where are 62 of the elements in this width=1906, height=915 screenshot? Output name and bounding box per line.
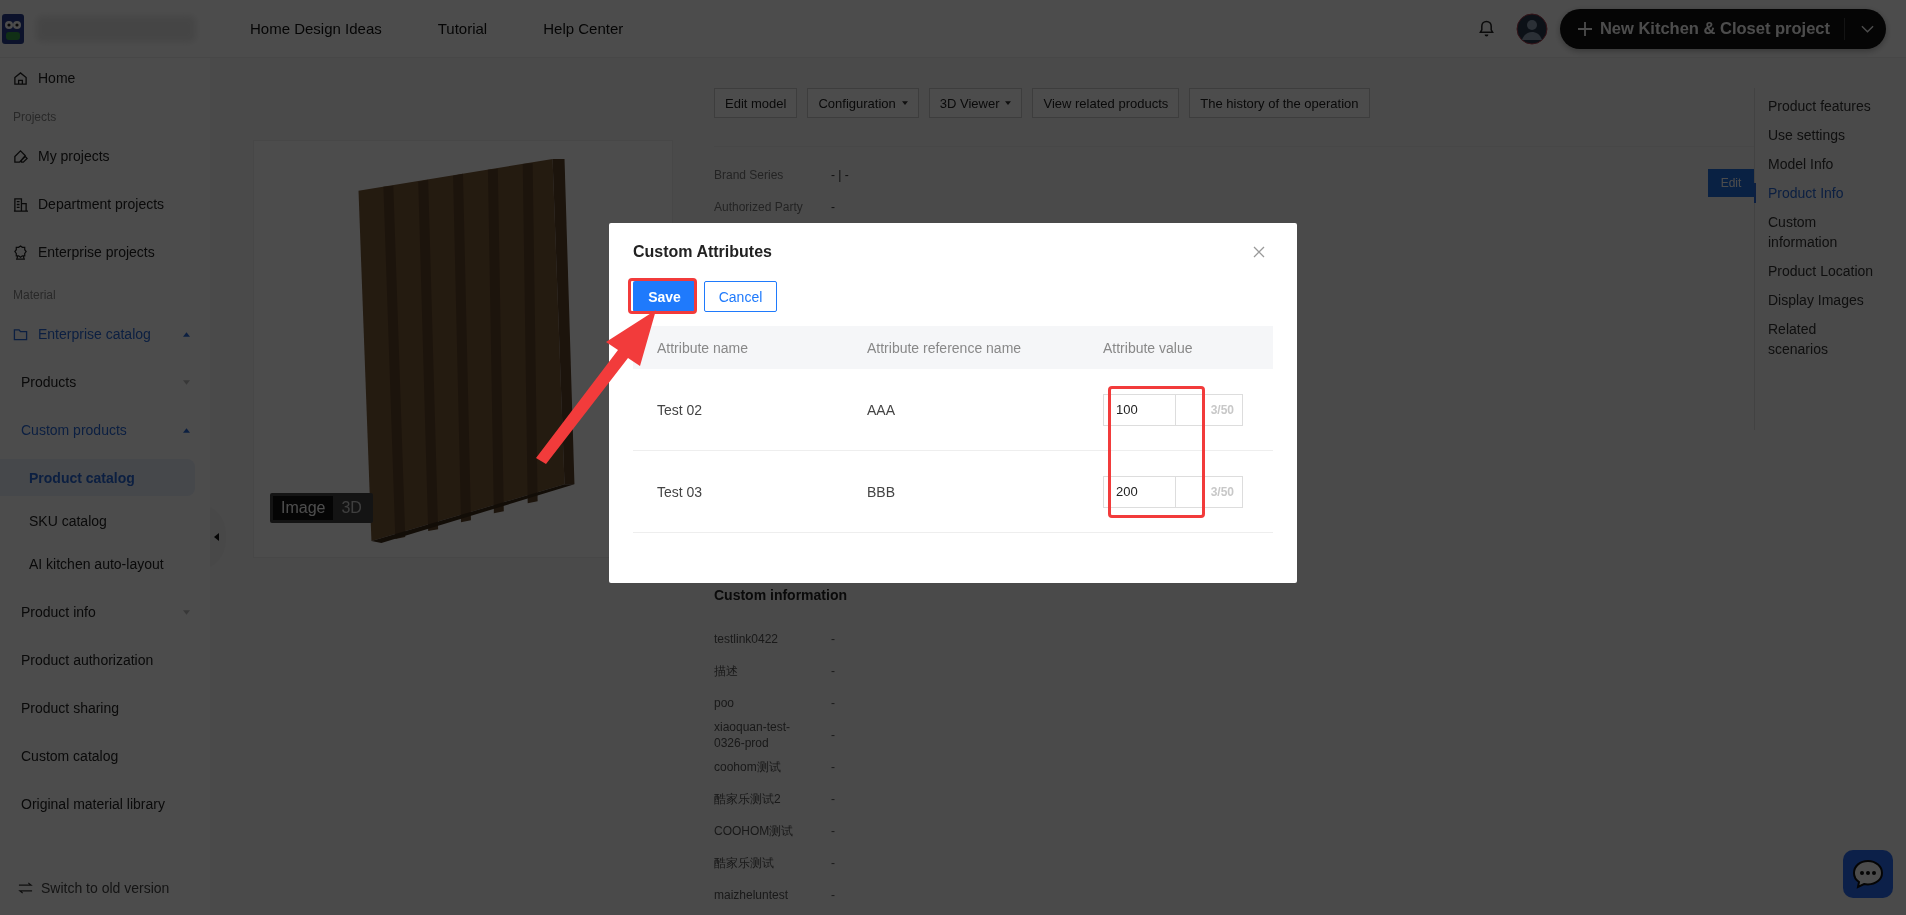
section-nav-item[interactable]: Model Info	[1754, 154, 1874, 174]
column-header: Attribute value	[1103, 339, 1193, 356]
section-nav-item[interactable]: Use settings	[1754, 125, 1874, 145]
field-value: -	[831, 696, 835, 710]
sidebar-item[interactable]: Product sharing	[0, 684, 210, 732]
table-cell-text: BBB	[867, 483, 896, 500]
sidebar-item[interactable]: SKU catalog	[0, 502, 195, 539]
sidebar-item-label: Custom products	[21, 422, 127, 438]
column-header: Attribute reference name	[867, 339, 1023, 356]
sidebar-item[interactable]: Home	[0, 58, 210, 98]
sidebar-item[interactable]: Custom products	[0, 406, 210, 454]
sidebar-item[interactable]: Department projects	[0, 180, 210, 228]
table-cell-text: Test 02	[656, 401, 704, 418]
sidebar-item-label: Product info	[21, 604, 96, 620]
close-icon[interactable]	[1253, 246, 1265, 258]
table-cell-text: AAA	[867, 401, 896, 418]
sidebar-item[interactable]: Product info	[0, 588, 210, 636]
sidebar-item-label: Enterprise projects	[38, 244, 155, 260]
section-nav-item[interactable]: Product Info	[1754, 183, 1874, 203]
section-title: Custom information	[714, 587, 848, 605]
sidebar-item[interactable]: Product authorization	[0, 636, 210, 684]
field-value: -	[831, 888, 835, 902]
sidebar-item-label: Products	[21, 374, 77, 390]
section-nav-item[interactable]: Product features	[1754, 96, 1874, 116]
section-nav-item[interactable]: Display Images	[1754, 290, 1874, 310]
dialog-title: Custom Attributes	[633, 243, 772, 261]
field-value: -	[831, 664, 835, 678]
top-nav-link[interactable]: Home Design Ideas	[250, 20, 382, 37]
section-nav-item[interactable]: Product Location	[1754, 261, 1874, 281]
sidebar-item[interactable]: AI kitchen auto-layout	[0, 545, 195, 582]
section-nav-item[interactable]: Custom information	[1754, 212, 1874, 252]
top-nav-link[interactable]: Tutorial	[437, 20, 488, 37]
sidebar-item[interactable]: My projects	[0, 132, 210, 180]
sidebar-item-label: Product sharing	[21, 700, 120, 716]
column-header: Attribute name	[656, 339, 750, 356]
field-value: -	[831, 760, 835, 774]
sidebar-item-label: Department projects	[38, 196, 165, 212]
field-value: -	[831, 824, 835, 838]
field-value: -	[831, 632, 835, 646]
field-value: -	[831, 728, 835, 742]
sidebar-item-label: Original material library	[21, 796, 165, 812]
switch-version-label: Switch to old version	[41, 880, 170, 896]
sidebar-item[interactable]: Custom catalog	[0, 732, 210, 780]
switch-version-link[interactable]: Switch to old version	[18, 880, 170, 896]
sidebar-group[interactable]: Enterprise catalog	[0, 310, 210, 358]
sidebar-item[interactable]: Original material library	[0, 780, 210, 828]
cancel-button[interactable]: Cancel	[704, 281, 777, 312]
field-value: -	[831, 792, 835, 806]
sidebar-item[interactable]: Products	[0, 358, 210, 406]
sidebar-item-label: Enterprise catalog	[38, 326, 151, 342]
highlight-frame	[628, 278, 697, 314]
sidebar-item-label: Product authorization	[21, 652, 154, 668]
save-button[interactable]: Save	[633, 281, 696, 312]
sidebar-item-label: Home	[38, 70, 76, 86]
table-cell-text: Test 03	[656, 483, 704, 500]
field-value: -	[831, 200, 835, 214]
top-nav-link[interactable]: Help Center	[543, 20, 624, 37]
sidebar-item-label: My projects	[38, 148, 110, 164]
field-value: -	[831, 856, 835, 870]
sidebar-item-label: Custom catalog	[21, 748, 119, 764]
section-nav-item[interactable]: Related scenarios	[1754, 319, 1874, 359]
sidebar-item[interactable]: Enterprise projects	[0, 228, 210, 276]
